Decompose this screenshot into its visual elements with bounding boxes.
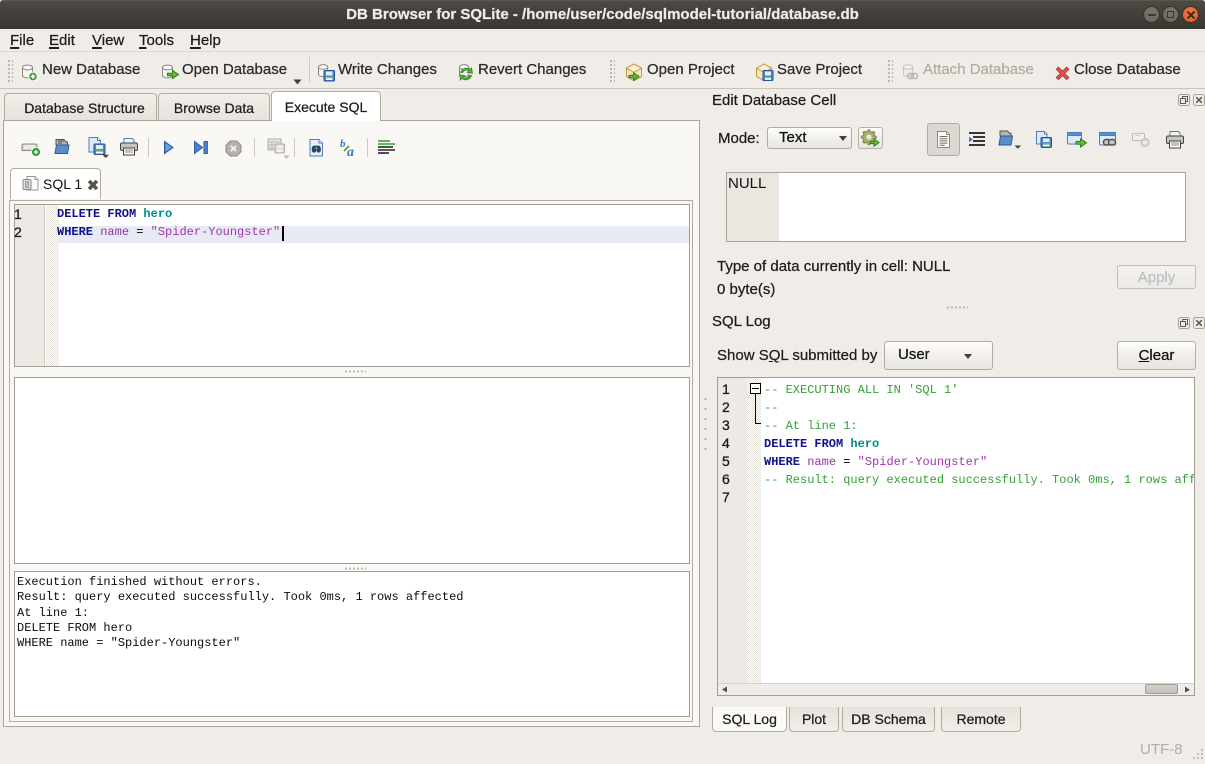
svg-text:b: b [340,138,346,150]
